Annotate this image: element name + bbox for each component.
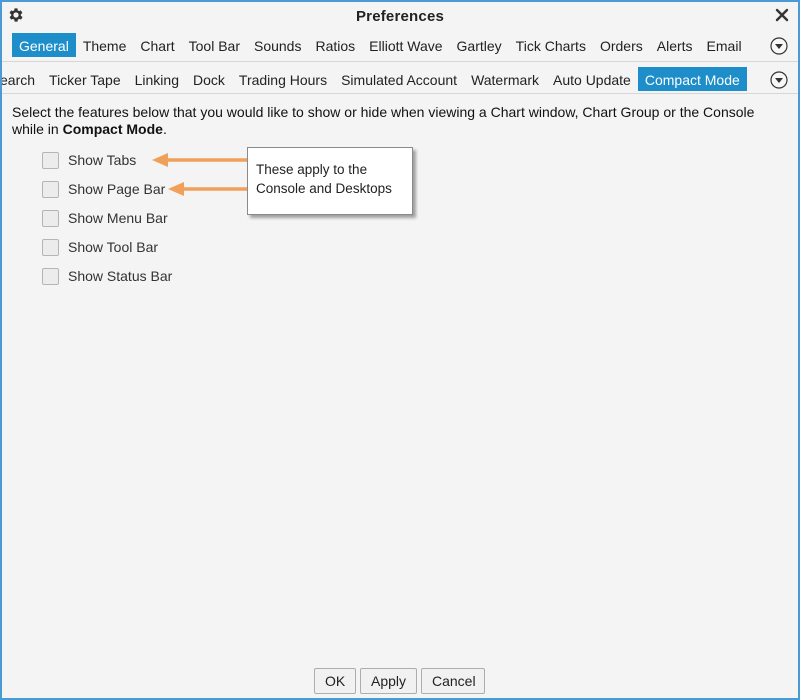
callout-line-2: Console and Desktops [256, 181, 392, 196]
show-tool-bar-label: Show Tool Bar [68, 239, 159, 255]
dialog-footer: OK Apply Cancel [314, 668, 485, 694]
tab-alerts[interactable]: Alerts [650, 33, 700, 57]
arrow-to-show-page-bar [168, 182, 247, 196]
tab-tool-bar[interactable]: Tool Bar [182, 33, 247, 57]
tab-ticker-tape[interactable]: Ticker Tape [42, 67, 128, 91]
tab-simulated-account[interactable]: Simulated Account [334, 67, 464, 91]
tab-dock[interactable]: Dock [186, 67, 232, 91]
tab-chart[interactable]: Chart [133, 33, 181, 57]
show-menu-bar-label: Show Menu Bar [68, 210, 168, 226]
show-tabs-checkbox[interactable] [42, 151, 59, 169]
description-end: . [162, 121, 167, 137]
show-menu-bar-option[interactable]: Show Menu Bar [42, 208, 168, 228]
tab-overflow-dropdown-icon[interactable] [770, 37, 788, 55]
apply-button[interactable]: Apply [360, 668, 417, 694]
show-menu-bar-checkbox[interactable] [42, 209, 59, 227]
callout-line-1: These apply to the [256, 162, 368, 177]
tab-row-divider [2, 61, 798, 62]
show-status-bar-label: Show Status Bar [68, 268, 173, 284]
show-page-bar-option[interactable]: Show Page Bar [42, 179, 165, 199]
tab-watermark[interactable]: Watermark [464, 67, 546, 91]
show-tool-bar-option[interactable]: Show Tool Bar [42, 237, 158, 257]
ok-button[interactable]: OK [314, 668, 356, 694]
tab-trading-hours[interactable]: Trading Hours [232, 67, 334, 91]
tab-gartley[interactable]: Gartley [450, 33, 509, 57]
show-tool-bar-checkbox[interactable] [42, 238, 59, 256]
tab-linking[interactable]: Linking [128, 67, 186, 91]
tab-overflow-dropdown-icon-secondary[interactable] [770, 71, 788, 89]
tab-row-secondary: earch Ticker Tape Linking Dock Trading H… [2, 67, 747, 91]
tab-row-primary: General Theme Chart Tool Bar Sounds Rati… [12, 33, 749, 57]
show-status-bar-option[interactable]: Show Status Bar [42, 266, 172, 286]
cancel-button[interactable]: Cancel [421, 668, 485, 694]
show-tabs-label: Show Tabs [68, 152, 137, 168]
tab-compact-mode[interactable]: Compact Mode [637, 67, 747, 91]
tab-tick-charts[interactable]: Tick Charts [509, 33, 593, 57]
tab-sounds[interactable]: Sounds [247, 33, 308, 57]
tab-general[interactable]: General [12, 33, 76, 57]
tab-ratios[interactable]: Ratios [308, 33, 362, 57]
compact-mode-description: Select the features below that you would… [12, 104, 782, 138]
show-tabs-option[interactable]: Show Tabs [42, 150, 136, 170]
tab-orders[interactable]: Orders [593, 33, 650, 57]
show-page-bar-checkbox[interactable] [42, 180, 59, 198]
show-page-bar-label: Show Page Bar [68, 181, 166, 197]
show-status-bar-checkbox[interactable] [42, 267, 59, 285]
description-bold: Compact Mode [62, 121, 163, 137]
arrow-to-show-tabs [152, 153, 247, 167]
preferences-window: Preferences General Theme Chart Tool Bar… [0, 0, 800, 700]
content-divider [2, 93, 798, 94]
tab-search[interactable]: earch [2, 67, 42, 91]
tab-auto-update[interactable]: Auto Update [546, 67, 638, 91]
callout-note: These apply to the Console and Desktops [247, 147, 413, 215]
close-icon[interactable] [774, 7, 790, 23]
tab-elliott-wave[interactable]: Elliott Wave [362, 33, 449, 57]
window-title: Preferences [355, 8, 445, 25]
title-bar: Preferences [2, 2, 798, 32]
tab-theme[interactable]: Theme [76, 33, 134, 57]
tab-email[interactable]: Email [700, 33, 749, 57]
